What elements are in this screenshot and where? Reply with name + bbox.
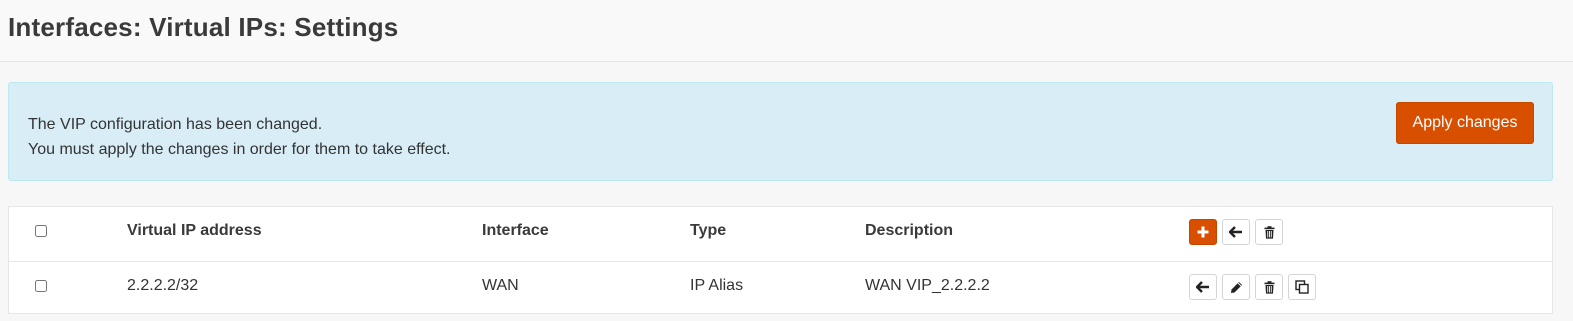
bulk-delete-button[interactable] bbox=[1255, 219, 1283, 245]
column-header-type[interactable]: Type bbox=[690, 207, 726, 261]
apply-changes-button[interactable]: Apply changes bbox=[1396, 102, 1534, 144]
alert-message: The VIP configuration has been changed. … bbox=[28, 112, 450, 162]
column-header-virtual-ip[interactable]: Virtual IP address bbox=[127, 207, 262, 261]
trash-icon bbox=[1264, 280, 1274, 294]
pencil-icon bbox=[1230, 281, 1242, 293]
clone-button[interactable] bbox=[1288, 274, 1316, 300]
cell-interface: WAN bbox=[482, 277, 519, 294]
page-header: Interfaces: Virtual IPs: Settings bbox=[0, 0, 1573, 62]
bulk-move-button[interactable] bbox=[1222, 219, 1250, 245]
cell-type: IP Alias bbox=[690, 277, 744, 294]
column-header-description[interactable]: Description bbox=[865, 207, 953, 261]
add-button[interactable] bbox=[1189, 219, 1217, 245]
column-header-interface[interactable]: Interface bbox=[482, 207, 549, 261]
page-title: Interfaces: Virtual IPs: Settings bbox=[8, 12, 399, 42]
arrow-left-icon bbox=[1196, 281, 1209, 293]
row-select-checkbox[interactable] bbox=[35, 280, 47, 292]
select-all-checkbox[interactable] bbox=[35, 225, 47, 237]
vip-table: Virtual IP address Interface Type Descri… bbox=[8, 206, 1553, 314]
copy-icon bbox=[1295, 280, 1309, 294]
table-row: 2.2.2.2/32 WAN IP Alias WAN VIP_2.2.2.2 bbox=[9, 261, 1552, 315]
arrow-left-icon bbox=[1229, 226, 1242, 238]
move-button[interactable] bbox=[1189, 274, 1217, 300]
delete-button[interactable] bbox=[1255, 274, 1283, 300]
trash-icon bbox=[1264, 225, 1274, 239]
changes-alert: The VIP configuration has been changed. … bbox=[8, 82, 1553, 181]
table-header-row: Virtual IP address Interface Type Descri… bbox=[9, 207, 1552, 262]
alert-line-2: You must apply the changes in order for … bbox=[28, 141, 451, 158]
edit-button[interactable] bbox=[1222, 274, 1250, 300]
cell-description: WAN VIP_2.2.2.2 bbox=[865, 277, 990, 294]
cell-virtual-ip: 2.2.2.2/32 bbox=[127, 277, 199, 294]
plus-icon bbox=[1197, 226, 1209, 238]
alert-line-1: The VIP configuration has been changed. bbox=[28, 116, 323, 133]
